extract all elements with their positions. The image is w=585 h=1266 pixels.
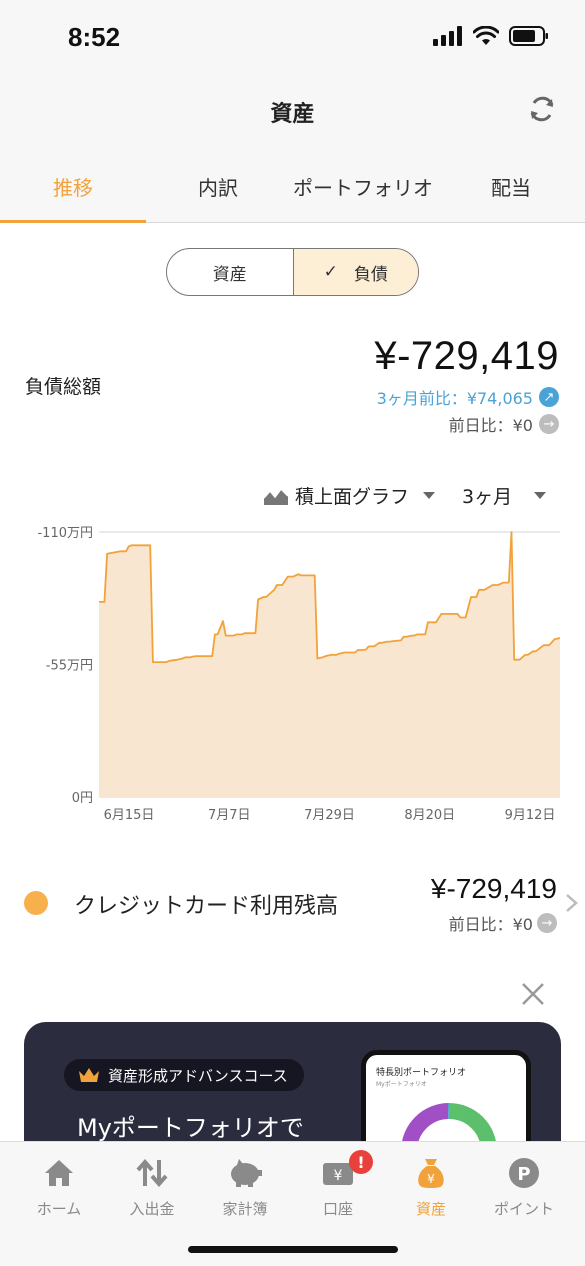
nav-accounts[interactable]: ¥ ! 口座 (293, 1150, 383, 1219)
x-tick-label: 9月12日 (505, 808, 556, 823)
y-tick-label: -110万円 (37, 526, 93, 541)
nav-deposit-withdrawal[interactable]: 入出金 (107, 1156, 197, 1219)
nav-home-label: ホーム (36, 1200, 82, 1218)
status-icons (433, 26, 549, 46)
active-tab-indicator (0, 220, 146, 223)
period-dropdown[interactable]: 3ヶ月 (462, 482, 547, 509)
battery-icon (509, 26, 548, 46)
x-tick-label: 6月15日 (104, 808, 155, 823)
status-bar: 8:52 (0, 0, 585, 80)
segment-liabilities[interactable]: ✓ 負債 (292, 249, 418, 295)
credit-card-day-change: 前日比：¥0 → (449, 911, 557, 935)
liability-area-chart: -110万円 -55万円 0円 6月15日 7月7日 7月29日 8月20日 9月12日 (37, 526, 561, 823)
y-tick-label: -55万円 (46, 659, 93, 674)
chevron-right-icon[interactable] (565, 893, 579, 913)
transfer-arrows-icon (136, 1158, 168, 1188)
credit-card-day-change-text: 前日比：¥0 (448, 915, 533, 934)
tab-portfolio[interactable]: ポートフォリオ (293, 172, 433, 201)
credit-card-balance-value: ¥-729,419 (430, 873, 557, 904)
segment-assets[interactable]: 資産 (167, 249, 293, 295)
asset-liability-toggle: 資産 ✓ 負債 (166, 248, 419, 296)
svg-text:P: P (517, 1164, 530, 1185)
banner-course-text: 資産形成アドバンスコース (108, 1066, 288, 1085)
home-indicator (188, 1246, 398, 1253)
home-icon (45, 1160, 73, 1186)
nav-assets-label: 資産 (415, 1200, 446, 1218)
tab-bar: 推移 内訳 ポートフォリオ 配当 (0, 142, 585, 223)
nav-accounts-label: 口座 (322, 1200, 353, 1218)
tab-breakdown[interactable]: 内訳 (198, 172, 238, 201)
nav-household-budget[interactable]: 家計簿 (200, 1156, 290, 1219)
y-tick-label: 0円 (72, 791, 93, 806)
wifi-icon (473, 26, 499, 45)
total-liabilities-value: ¥-729,419 (374, 334, 559, 378)
app-header: 資産 (0, 80, 585, 142)
arrow-right-icon: → (537, 913, 557, 933)
svg-text:¥: ¥ (334, 1168, 343, 1184)
chevron-down-icon (534, 492, 547, 499)
category-color-dot (24, 891, 48, 915)
credit-card-balance-label[interactable]: クレジットカード利用残高 (74, 888, 338, 920)
phone-subtitle: Myポートフォリオ (376, 1081, 427, 1088)
day-change: 前日比：¥0 → (449, 412, 559, 436)
nav-household-budget-label: 家計簿 (222, 1200, 268, 1218)
tab-dividend[interactable]: 配当 (491, 172, 531, 201)
status-time: 8:52 (68, 22, 121, 52)
three-month-change-text: 3ヶ月前比：¥74,065 (376, 389, 533, 408)
page-title: 資産 (270, 102, 315, 127)
svg-text:¥: ¥ (427, 1172, 435, 1186)
points-icon: P (509, 1158, 539, 1188)
checkmark-icon: ✓ (323, 262, 338, 282)
day-change-text: 前日比：¥0 (448, 416, 533, 435)
refresh-icon[interactable] (525, 92, 559, 126)
liability-area-fill (99, 532, 560, 797)
nav-deposit-withdrawal-label: 入出金 (129, 1200, 175, 1218)
graph-type-dropdown[interactable]: 積上面グラフ (263, 482, 436, 509)
segment-liabilities-label: 負債 (353, 264, 388, 285)
area-chart-icon (263, 487, 289, 505)
x-tick-label: 7月7日 (208, 808, 251, 823)
arrow-up-right-icon: ↗ (539, 387, 559, 407)
nav-assets[interactable]: ¥ 資産 (386, 1156, 476, 1219)
graph-type-label: 積上面グラフ (295, 486, 410, 508)
segment-assets-label: 資産 (212, 264, 247, 285)
crown-icon (79, 1068, 99, 1082)
arrow-right-icon: → (539, 414, 559, 434)
three-month-change[interactable]: 3ヶ月前比：¥74,065 ↗ (377, 385, 559, 409)
nav-points[interactable]: P ポイント (479, 1156, 569, 1219)
money-bag-icon: ¥ (418, 1159, 444, 1188)
piggy-bank-icon (231, 1159, 262, 1187)
banner-course-pill: 資産形成アドバンスコース (64, 1059, 304, 1091)
x-tick-label: 8月20日 (404, 808, 455, 823)
signal-icon (433, 26, 462, 46)
notification-badge: ! (349, 1150, 373, 1174)
tab-transition[interactable]: 推移 (53, 172, 93, 201)
x-tick-label: 7月29日 (304, 808, 355, 823)
nav-points-label: ポイント (493, 1200, 554, 1218)
nav-home[interactable]: ホーム (14, 1156, 104, 1219)
total-liabilities-label: 負債総額 (25, 376, 102, 398)
phone-title: 特長別ポートフォリオ (376, 1068, 467, 1078)
close-banner-icon[interactable] (521, 982, 545, 1006)
period-label: 3ヶ月 (462, 486, 513, 508)
banner-headline: Myポートフォリオで (77, 1114, 304, 1142)
chevron-down-icon (423, 492, 436, 499)
